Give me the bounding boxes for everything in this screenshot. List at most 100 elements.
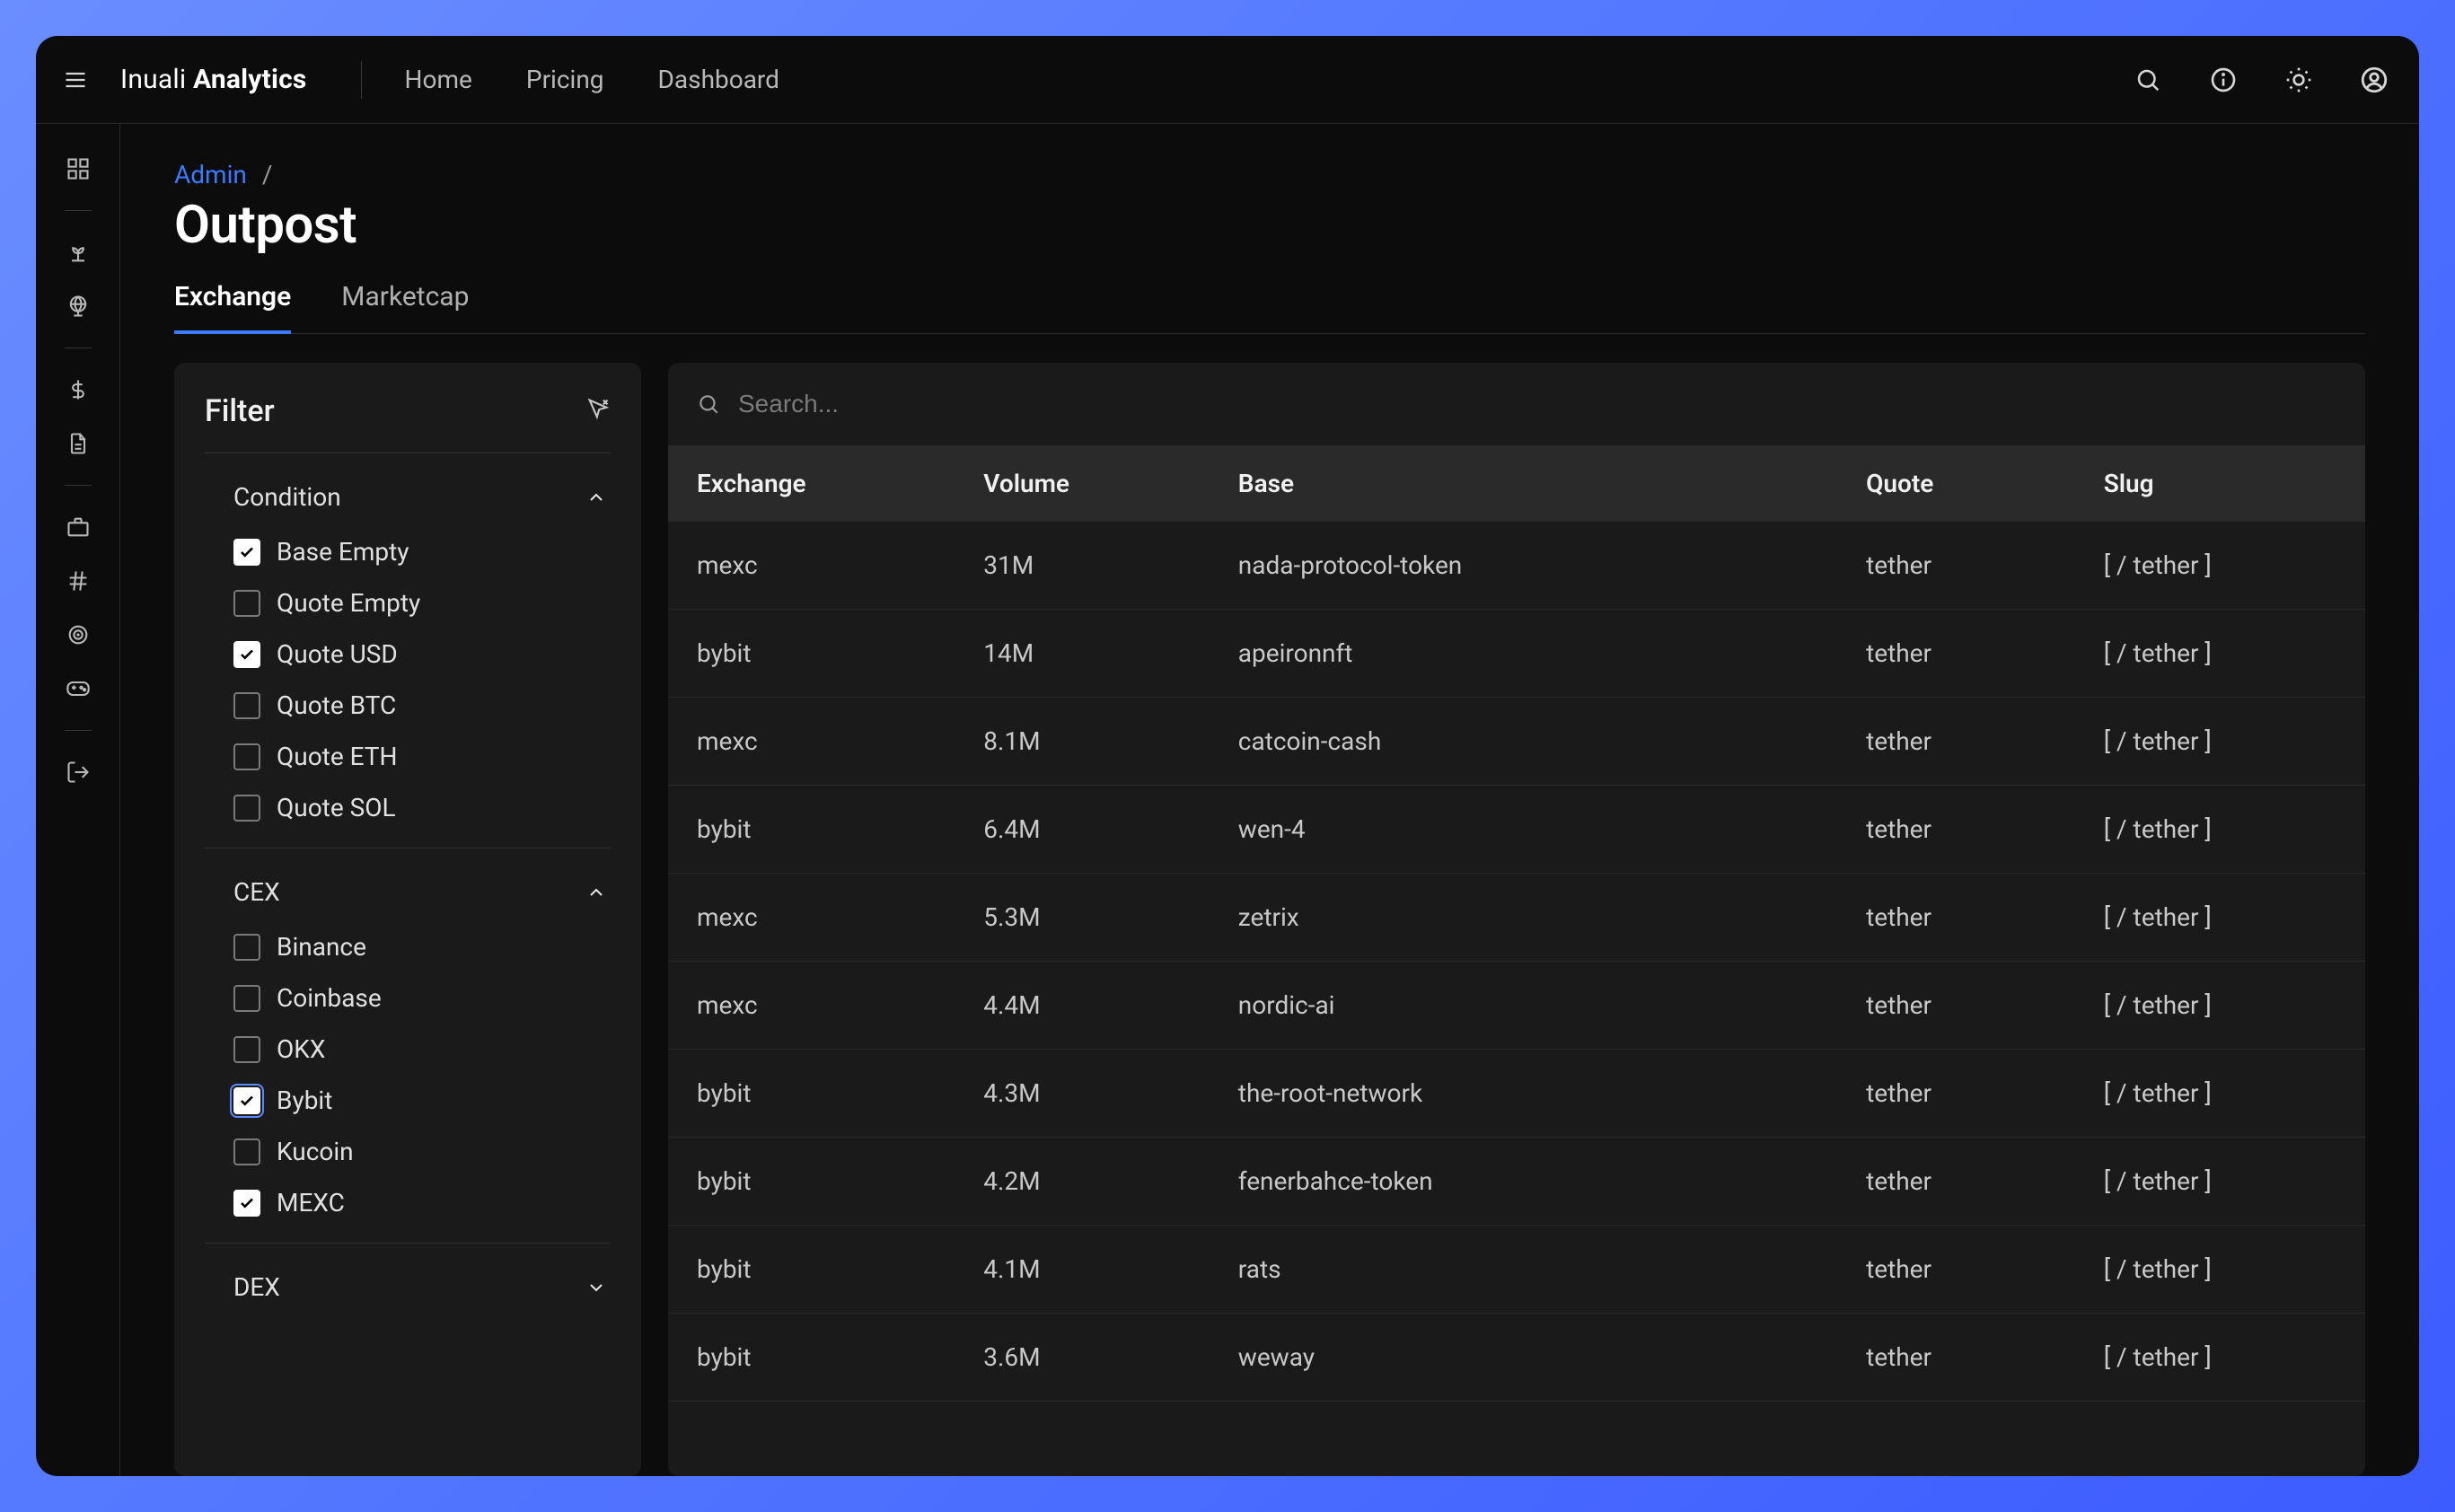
filter-check-condition-0[interactable]: Base Empty [233, 537, 611, 567]
th-volume[interactable]: Volume [956, 445, 1211, 522]
menu-button[interactable] [57, 62, 93, 98]
cell-base: nordic-ai [1211, 962, 1839, 1050]
filter-section-condition: Condition Base Empty Quote Empty Quote USD… [205, 453, 611, 848]
table-row[interactable]: mexc5.3Mzetrixtether[ / tether ] [668, 874, 2365, 962]
filter-check-cex-3[interactable]: Bybit [233, 1086, 611, 1115]
rail-hashtag[interactable] [58, 561, 98, 601]
table-row[interactable]: bybit4.3Mthe-root-networktether[ / tethe… [668, 1050, 2365, 1138]
filter-section-dex: DEX [205, 1243, 611, 1327]
rail-target[interactable] [58, 615, 98, 655]
filter-check-label: Base Empty [277, 537, 409, 567]
hamburger-icon [63, 67, 88, 92]
table-row[interactable]: bybit4.1Mratstether[ / tether ] [668, 1226, 2365, 1314]
cell-exchange: bybit [668, 1226, 956, 1314]
sun-icon [2284, 66, 2313, 94]
tabs: Exchange Marketcap [174, 272, 2365, 334]
rail-document[interactable] [58, 424, 98, 463]
cell-volume: 14M [956, 610, 1211, 698]
table-row[interactable]: mexc8.1Mcatcoin-cashtether[ / tether ] [668, 698, 2365, 786]
cell-exchange: bybit [668, 1314, 956, 1402]
filter-check-condition-4[interactable]: Quote ETH [233, 742, 611, 771]
cell-base: zetrix [1211, 874, 1839, 962]
rail-finance[interactable] [58, 370, 98, 409]
th-exchange[interactable]: Exchange [668, 445, 956, 522]
sprout-icon [66, 240, 91, 265]
th-base[interactable]: Base [1211, 445, 1839, 522]
info-icon [2209, 66, 2238, 94]
table-row[interactable]: bybit6.4Mwen-4tether[ / tether ] [668, 786, 2365, 874]
cell-slug: [ / tether ] [2077, 786, 2365, 874]
filter-section-condition-toggle[interactable]: Condition [233, 482, 611, 512]
cell-volume: 4.1M [956, 1226, 1211, 1314]
cell-quote: tether [1839, 1314, 2077, 1402]
nav-home[interactable]: Home [405, 65, 472, 94]
filter-check-cex-2[interactable]: OKX [233, 1034, 611, 1064]
filter-check-label: Coinbase [277, 983, 382, 1013]
checkbox-icon [233, 1087, 260, 1114]
info-button[interactable] [2205, 62, 2241, 98]
cell-slug: [ / tether ] [2077, 1050, 2365, 1138]
cell-slug: [ / tether ] [2077, 522, 2365, 610]
cell-volume: 4.2M [956, 1138, 1211, 1226]
rail-logout[interactable] [58, 752, 98, 792]
filter-check-condition-3[interactable]: Quote BTC [233, 690, 611, 720]
document-icon [66, 431, 91, 456]
filter-check-condition-1[interactable]: Quote Empty [233, 588, 611, 618]
filter-title: Filter [205, 393, 275, 429]
th-slug[interactable]: Slug [2077, 445, 2365, 522]
filter-check-condition-2[interactable]: Quote USD [233, 639, 611, 669]
checkbox-icon [233, 1190, 260, 1217]
checkbox-icon [233, 743, 260, 770]
table-row[interactable]: bybit4.2Mfenerbahce-tokentether[ / tethe… [668, 1138, 2365, 1226]
tab-exchange[interactable]: Exchange [174, 272, 291, 334]
left-rail [36, 124, 120, 1476]
breadcrumb-admin[interactable]: Admin [174, 160, 247, 189]
rail-briefcase[interactable] [58, 507, 98, 547]
chevron-up-icon [585, 882, 607, 903]
checkbox-icon [233, 641, 260, 668]
table-row[interactable]: bybit14Mapeironnfttether[ / tether ] [668, 610, 2365, 698]
filter-check-cex-4[interactable]: Kucoin [233, 1137, 611, 1166]
cell-base: fenerbahce-token [1211, 1138, 1839, 1226]
brand-text-light: Inuali [120, 64, 193, 95]
nav-dashboard[interactable]: Dashboard [658, 65, 779, 94]
checkbox-icon [233, 795, 260, 822]
cell-quote: tether [1839, 786, 2077, 874]
tab-marketcap[interactable]: Marketcap [341, 272, 469, 334]
cell-volume: 5.3M [956, 874, 1211, 962]
filter-clear-button[interactable] [585, 396, 611, 427]
cell-slug: [ / tether ] [2077, 962, 2365, 1050]
filter-check-cex-5[interactable]: MEXC [233, 1188, 611, 1218]
cell-base: rats [1211, 1226, 1839, 1314]
top-nav: Home Pricing Dashboard [405, 65, 779, 94]
filter-section-cex-toggle[interactable]: CEX [233, 877, 611, 907]
filter-check-cex-1[interactable]: Coinbase [233, 983, 611, 1013]
rail-growth[interactable] [58, 233, 98, 272]
rail-gaming[interactable] [58, 669, 98, 708]
theme-toggle[interactable] [2281, 62, 2317, 98]
filter-section-dex-toggle[interactable]: DEX [233, 1272, 611, 1302]
rail-dashboard[interactable] [58, 149, 98, 189]
account-button[interactable] [2356, 62, 2392, 98]
user-circle-icon [2359, 65, 2389, 95]
table-row[interactable]: mexc4.4Mnordic-aitether[ / tether ] [668, 962, 2365, 1050]
cell-exchange: bybit [668, 786, 956, 874]
cell-exchange: mexc [668, 874, 956, 962]
table-search-input[interactable] [738, 390, 2336, 418]
search-icon [697, 392, 720, 416]
table-row[interactable]: bybit3.6Mwewaytether[ / tether ] [668, 1314, 2365, 1402]
nav-pricing[interactable]: Pricing [526, 65, 604, 94]
th-quote[interactable]: Quote [1839, 445, 2077, 522]
rail-separator [65, 730, 92, 731]
checkbox-icon [233, 1138, 260, 1165]
filter-check-condition-5[interactable]: Quote SOL [233, 793, 611, 822]
data-table: Exchange Volume Base Quote Slug mexc31Mn… [668, 445, 2365, 1402]
rail-globe[interactable] [58, 286, 98, 326]
filter-section-condition-title: Condition [233, 482, 341, 512]
checkbox-icon [233, 692, 260, 719]
cell-exchange: mexc [668, 698, 956, 786]
filter-check-label: Quote SOL [277, 793, 396, 822]
search-button[interactable] [2130, 62, 2166, 98]
table-row[interactable]: mexc31Mnada-protocol-tokentether[ / teth… [668, 522, 2365, 610]
filter-check-cex-0[interactable]: Binance [233, 932, 611, 962]
